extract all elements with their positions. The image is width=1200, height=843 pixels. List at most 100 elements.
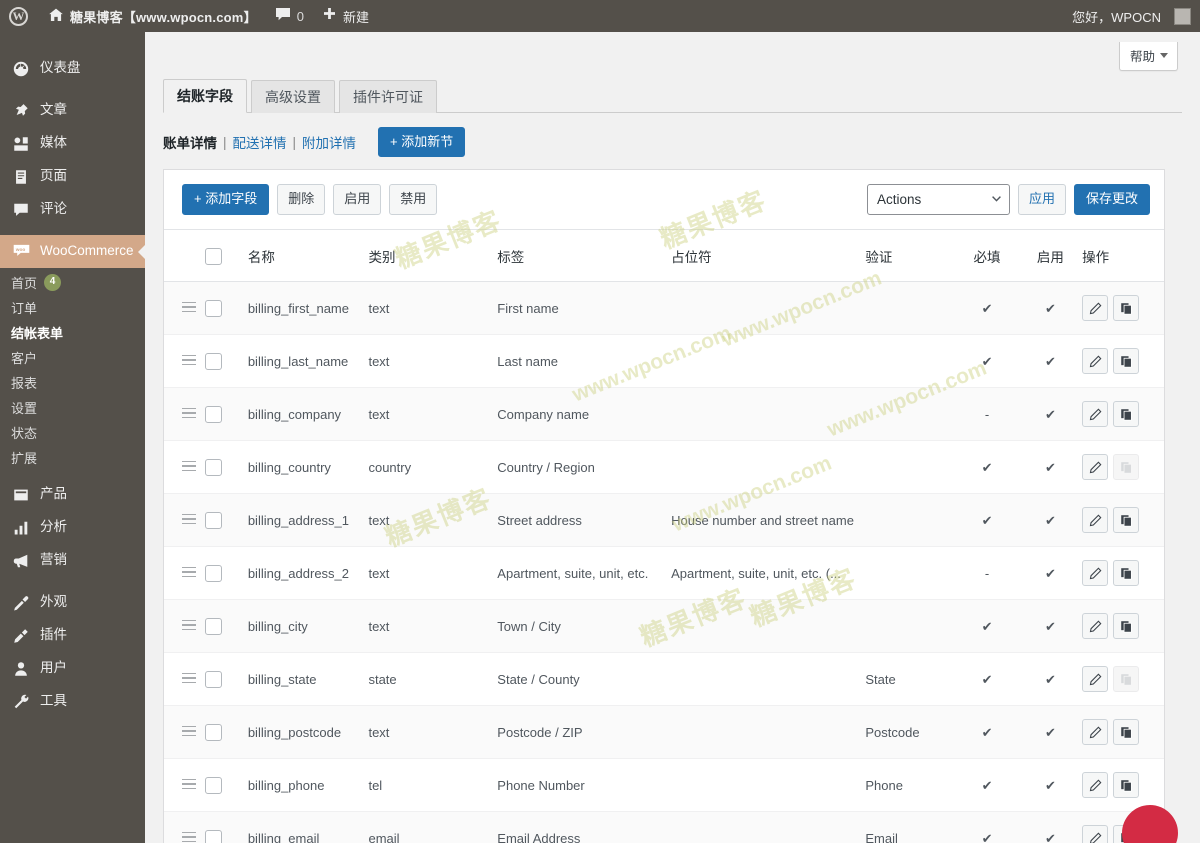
edit-field-button[interactable] [1082, 613, 1109, 639]
delete-button[interactable]: 删除 [277, 184, 326, 215]
table-row[interactable]: billing_phone tel Phone Number Phone ✔ ✔ [164, 758, 1164, 812]
tab-checkout-fields[interactable]: 结账字段 [163, 79, 247, 113]
row-checkbox-cell[interactable] [204, 758, 248, 812]
table-row[interactable]: billing_city text Town / City ✔ ✔ [164, 599, 1164, 653]
save-changes-button[interactable]: 保存更改 [1073, 184, 1150, 215]
row-checkbox[interactable] [204, 299, 222, 317]
submenu-item-settings[interactable]: 设置 [0, 395, 145, 420]
sidebar-item-plugins[interactable]: 插件 [0, 619, 145, 652]
row-drag-handle[interactable] [164, 387, 205, 441]
bulk-actions-select[interactable]: Actions [866, 184, 1010, 215]
add-new-section-button[interactable]: + 添加新节 [378, 126, 466, 158]
sidebar-item-marketing[interactable]: 营销 [0, 544, 145, 577]
help-button[interactable]: 帮助 [1118, 41, 1178, 71]
row-checkbox-cell[interactable] [204, 281, 248, 335]
table-row[interactable]: billing_state state State / County State… [164, 652, 1164, 706]
table-row[interactable]: billing_company text Company name - ✔ [164, 387, 1164, 441]
subnav-item-additional[interactable]: 附加详情 [302, 132, 356, 152]
duplicate-field-button[interactable] [1113, 613, 1140, 639]
duplicate-field-button[interactable] [1113, 348, 1140, 374]
apply-button[interactable]: 应用 [1017, 184, 1066, 215]
row-drag-handle[interactable] [164, 546, 205, 600]
row-checkbox[interactable] [204, 776, 222, 794]
sidebar-item-tools[interactable]: 工具 [0, 685, 145, 718]
new-content-menu[interactable]: 新建 [313, 0, 378, 32]
row-checkbox[interactable] [204, 405, 222, 423]
row-checkbox[interactable] [204, 458, 222, 476]
row-checkbox-cell[interactable] [204, 387, 248, 441]
row-checkbox-cell[interactable] [204, 599, 248, 653]
add-field-button[interactable]: + 添加字段 [182, 184, 270, 215]
row-checkbox-cell[interactable] [204, 493, 248, 547]
row-drag-handle[interactable] [164, 334, 205, 388]
row-drag-handle[interactable] [164, 599, 205, 653]
row-drag-handle[interactable] [164, 281, 205, 335]
sidebar-item-woocommerce[interactable]: woo WooCommerce [0, 235, 145, 268]
submenu-item-extensions[interactable]: 扩展 [0, 445, 145, 470]
row-checkbox[interactable] [204, 511, 222, 529]
sidebar-item-dashboard[interactable]: 仪表盘 [0, 52, 145, 85]
row-checkbox[interactable] [204, 352, 222, 370]
edit-field-button[interactable] [1082, 772, 1109, 798]
edit-field-button[interactable] [1082, 507, 1109, 533]
tab-advanced-settings[interactable]: 高级设置 [251, 80, 335, 113]
wordpress-logo-button[interactable]: W [0, 0, 39, 32]
submenu-item-orders[interactable]: 订单 [0, 295, 145, 320]
sidebar-item-media[interactable]: 媒体 [0, 127, 145, 160]
duplicate-field-button[interactable] [1113, 719, 1140, 745]
duplicate-field-button[interactable] [1113, 401, 1140, 427]
edit-field-button[interactable] [1082, 560, 1109, 586]
edit-field-button[interactable] [1082, 454, 1109, 480]
submenu-item-customers[interactable]: 客户 [0, 345, 145, 370]
sidebar-item-users[interactable]: 用户 [0, 652, 145, 685]
table-row[interactable]: billing_address_2 text Apartment, suite,… [164, 546, 1164, 600]
row-checkbox[interactable] [204, 564, 222, 582]
row-checkbox-cell[interactable] [204, 546, 248, 600]
edit-field-button[interactable] [1082, 719, 1109, 745]
sidebar-item-analytics[interactable]: 分析 [0, 511, 145, 544]
subnav-item-shipping[interactable]: 配送详情 [233, 132, 287, 152]
duplicate-field-button[interactable] [1113, 560, 1140, 586]
submenu-item-home[interactable]: 首页 4 [0, 270, 145, 295]
table-row[interactable]: billing_postcode text Postcode / ZIP Pos… [164, 705, 1164, 759]
sidebar-item-products[interactable]: 产品 [0, 478, 145, 511]
table-row[interactable]: billing_email email Email Address Email … [164, 811, 1164, 843]
my-account-menu[interactable]: 您好，WPOCN [1063, 0, 1200, 32]
submenu-item-status[interactable]: 状态 [0, 420, 145, 445]
duplicate-field-button[interactable] [1113, 772, 1140, 798]
duplicate-field-button[interactable] [1113, 507, 1140, 533]
table-row[interactable]: billing_last_name text Last name ✔ ✔ [164, 334, 1164, 388]
table-row[interactable]: billing_address_1 text Street address Ho… [164, 493, 1164, 547]
select-all-checkbox[interactable] [204, 247, 222, 265]
submenu-item-checkout-form[interactable]: 结帐表单 [0, 320, 145, 345]
submenu-item-reports[interactable]: 报表 [0, 370, 145, 395]
edit-field-button[interactable] [1082, 295, 1109, 321]
comments-menu[interactable]: 0 [266, 0, 313, 32]
row-drag-handle[interactable] [164, 493, 205, 547]
row-checkbox[interactable] [204, 829, 222, 843]
subnav-item-billing[interactable]: 账单详情 [163, 132, 217, 152]
row-checkbox[interactable] [204, 617, 222, 635]
enable-button[interactable]: 启用 [333, 184, 382, 215]
row-checkbox-cell[interactable] [204, 705, 248, 759]
row-checkbox[interactable] [204, 723, 222, 741]
table-row[interactable]: billing_first_name text First name ✔ ✔ [164, 281, 1164, 335]
row-drag-handle[interactable] [164, 811, 205, 843]
sidebar-item-comments[interactable]: 评论 [0, 193, 145, 226]
table-row[interactable]: billing_country country Country / Region… [164, 440, 1164, 494]
sidebar-item-pages[interactable]: 页面 [0, 160, 145, 193]
edit-field-button[interactable] [1082, 666, 1109, 692]
row-drag-handle[interactable] [164, 705, 205, 759]
disable-button[interactable]: 禁用 [389, 184, 438, 215]
row-drag-handle[interactable] [164, 440, 205, 494]
duplicate-field-button[interactable] [1113, 295, 1140, 321]
edit-field-button[interactable] [1082, 348, 1109, 374]
row-drag-handle[interactable] [164, 758, 205, 812]
sidebar-item-posts[interactable]: 文章 [0, 94, 145, 127]
row-checkbox[interactable] [204, 670, 222, 688]
row-checkbox-cell[interactable] [204, 440, 248, 494]
site-name-menu[interactable]: 糖果博客【www.wpocn.com】 [39, 0, 266, 32]
edit-field-button[interactable] [1082, 401, 1109, 427]
row-drag-handle[interactable] [164, 652, 205, 706]
edit-field-button[interactable] [1082, 825, 1109, 843]
